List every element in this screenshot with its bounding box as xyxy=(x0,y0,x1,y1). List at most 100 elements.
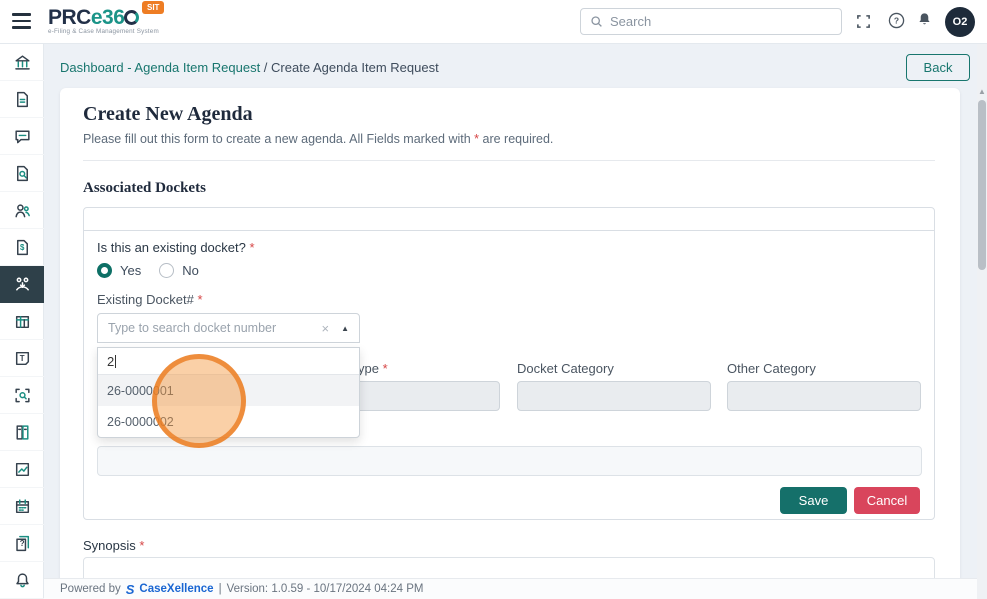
casexellence-brand-link[interactable]: CaseXellence xyxy=(139,583,213,595)
back-button[interactable]: Back xyxy=(906,54,970,81)
scan-search-icon xyxy=(14,388,30,402)
breadcrumb-separator: / xyxy=(260,60,272,75)
text-cursor xyxy=(115,354,117,368)
bell-icon xyxy=(15,572,29,587)
user-avatar[interactable]: O2 xyxy=(945,7,975,37)
svg-text:T: T xyxy=(19,354,24,363)
sidebar-item-bell[interactable] xyxy=(0,562,44,599)
cancel-button[interactable]: Cancel xyxy=(854,487,920,514)
help-icon[interactable]: ? xyxy=(888,12,905,29)
sidebar-nav: $ T? xyxy=(0,44,44,599)
agenda-committee-icon xyxy=(15,277,29,291)
search-placeholder: Search xyxy=(610,14,652,29)
docket-search-select[interactable]: Type to search docket number × ▲ xyxy=(97,313,360,343)
hamburger-menu-icon[interactable] xyxy=(12,13,31,29)
footer: Powered by S CaseXellence | Version: 1.0.… xyxy=(44,578,977,599)
sidebar-item-calendar[interactable] xyxy=(0,488,44,525)
users-icon xyxy=(14,203,30,217)
panel-header-strip xyxy=(84,208,934,231)
breadcrumb: Dashboard - Agenda Item Request / Create… xyxy=(60,60,439,75)
sidebar-item-document-search[interactable] xyxy=(0,155,44,192)
scrollbar-thumb[interactable] xyxy=(978,100,986,270)
docket-description-input[interactable] xyxy=(97,446,922,476)
question-text: Is this an existing docket? xyxy=(97,240,246,255)
docket-category-input[interactable] xyxy=(517,381,711,411)
sidebar-item-chat[interactable] xyxy=(0,118,44,155)
app-window: PRCe36 e-Filing & Case Management System… xyxy=(0,0,987,599)
bank-icon xyxy=(14,54,30,70)
sidebar-item-agenda-committee[interactable] xyxy=(0,266,44,303)
document-icon xyxy=(16,91,28,107)
required-asterisk: * xyxy=(382,361,388,376)
synopsis-label: Synopsis * xyxy=(83,538,144,553)
dropdown-search-input[interactable]: 2 xyxy=(98,348,359,375)
note-t-icon: T xyxy=(15,351,29,365)
radio-yes[interactable] xyxy=(97,263,112,278)
book-icon xyxy=(15,424,29,440)
svg-text:?: ? xyxy=(19,539,24,548)
sidebar-item-chart[interactable] xyxy=(0,451,44,488)
sidebar-item-document[interactable] xyxy=(0,81,44,118)
notification-bell-icon[interactable] xyxy=(916,11,933,28)
global-search-input[interactable]: Search xyxy=(580,8,842,35)
form-subtitle: Please fill out this form to create a ne… xyxy=(83,132,553,146)
logo-orb-icon xyxy=(124,10,140,25)
version-text: Version: 1.0.59 - 10/17/2024 04:24 PM xyxy=(226,583,424,595)
document-search-icon xyxy=(16,165,28,181)
save-button[interactable]: Save xyxy=(780,487,847,514)
dropdown-query-text: 2 xyxy=(107,353,115,369)
subtitle-text-suffix: are required. xyxy=(479,132,554,146)
logo-text-accent: e36 xyxy=(90,6,125,29)
casexellence-logo-icon: S xyxy=(125,581,135,597)
sidebar-item-document-question[interactable]: ? xyxy=(0,525,44,562)
sidebar-item-note-t[interactable]: T xyxy=(0,340,44,377)
svg-text:$: $ xyxy=(19,243,24,252)
sidebar-item-building-grid[interactable] xyxy=(0,303,44,340)
chart-icon xyxy=(15,462,29,476)
docket-category-label: Docket Category xyxy=(517,361,614,376)
existing-docket-number-label: Existing Docket# * xyxy=(97,292,203,307)
page-title: Create New Agenda xyxy=(83,103,253,125)
scrollbar-up-arrow[interactable]: ▲ xyxy=(978,88,986,96)
sidebar-item-scan-search[interactable] xyxy=(0,377,44,414)
svg-text:?: ? xyxy=(894,16,899,26)
document-question-icon: ? xyxy=(15,535,29,551)
other-category-input[interactable] xyxy=(727,381,921,411)
existing-docket-radio-group: Yes No xyxy=(97,263,199,278)
sidebar-item-bank[interactable] xyxy=(0,44,44,81)
breadcrumb-current: Create Agenda Item Request xyxy=(271,60,439,75)
radio-yes-label[interactable]: Yes xyxy=(120,263,141,278)
sidebar-item-billing-document[interactable]: $ xyxy=(0,229,44,266)
building-grid-icon xyxy=(15,315,29,328)
environment-badge: SIT xyxy=(142,1,165,14)
other-category-label: Other Category xyxy=(727,361,816,376)
fullscreen-icon[interactable] xyxy=(856,14,871,29)
radio-no[interactable] xyxy=(159,263,175,278)
dropdown-option[interactable]: 26-0000002 xyxy=(98,406,359,437)
required-asterisk: * xyxy=(139,538,145,553)
clear-icon[interactable]: × xyxy=(321,321,329,336)
dropdown-option[interactable]: 26-0000001 xyxy=(98,375,359,406)
required-asterisk: * xyxy=(249,240,255,255)
label-text: Existing Docket# xyxy=(97,292,194,307)
caret-up-icon[interactable]: ▲ xyxy=(341,324,349,333)
chat-icon xyxy=(14,129,30,143)
label-text: Synopsis xyxy=(83,538,136,553)
section-heading: Associated Dockets xyxy=(83,180,206,196)
sidebar-item-book[interactable] xyxy=(0,414,44,451)
top-header: PRCe36 e-Filing & Case Management System… xyxy=(0,0,987,44)
docket-dropdown-panel: 2 26-0000001 26-0000002 xyxy=(97,347,360,438)
divider xyxy=(83,160,935,161)
radio-no-label[interactable]: No xyxy=(182,263,199,278)
billing-document-icon: $ xyxy=(16,239,28,255)
breadcrumb-link[interactable]: Dashboard - Agenda Item Request xyxy=(60,60,260,75)
required-asterisk: * xyxy=(197,292,203,307)
logo-tagline: e-Filing & Case Management System xyxy=(48,28,159,35)
logo-text-primary: PRC xyxy=(48,6,91,29)
powered-by-text: Powered by xyxy=(60,583,121,595)
existing-docket-question-label: Is this an existing docket? * xyxy=(97,240,255,255)
calendar-icon xyxy=(15,498,29,513)
sidebar-item-users[interactable] xyxy=(0,192,44,229)
footer-divider: | xyxy=(218,583,222,595)
docket-select-placeholder: Type to search docket number xyxy=(108,321,277,335)
